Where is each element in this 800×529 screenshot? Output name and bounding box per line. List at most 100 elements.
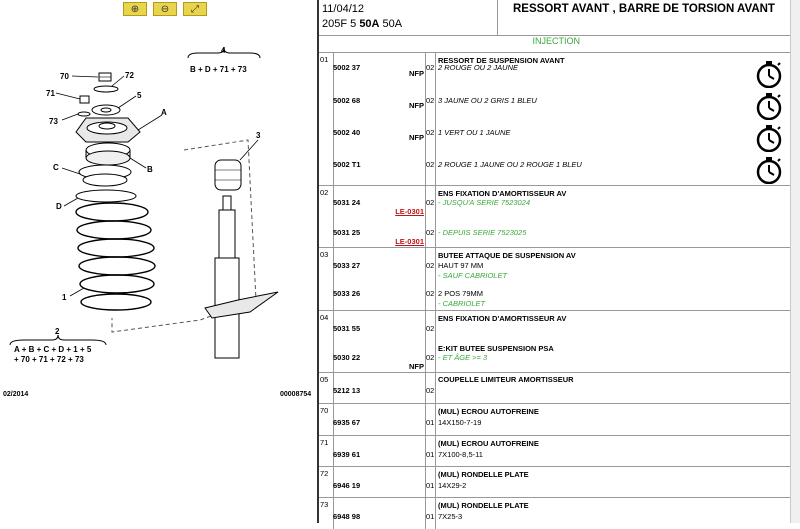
- part-number[interactable]: 5033 26: [333, 289, 360, 298]
- washer-72: [93, 85, 119, 93]
- amendment-link[interactable]: LE-0301: [395, 207, 424, 216]
- table-row[interactable]: 02 ENS FIXATION D'AMORTISSEUR AV 5031 24 02…: [319, 185, 790, 248]
- callout-70: 70: [60, 72, 69, 81]
- table-row[interactable]: 71 (MUL) ECROU AUTOFREINE 6939 61 01 7X100-8…: [319, 435, 790, 467]
- part-quantity: 01: [426, 418, 435, 427]
- row-index-cell: 05: [319, 373, 334, 404]
- formula-4: B + D + 71 + 73: [190, 65, 247, 74]
- part-quantity: 02: [426, 128, 435, 137]
- part-name: ENS FIXATION D'AMORTISSEUR AV: [438, 189, 567, 198]
- part-number[interactable]: 6946 19: [333, 481, 360, 490]
- part-number[interactable]: 5031 55: [333, 324, 360, 333]
- part-number[interactable]: 6939 61: [333, 450, 360, 459]
- part-name: (MUL) ECROU AUTOFREINE: [438, 439, 539, 448]
- part-number[interactable]: 5002 68: [333, 96, 360, 105]
- part-number[interactable]: 5212 13: [333, 386, 360, 395]
- stopwatch-icon[interactable]: [755, 156, 783, 184]
- part-description: - DEPUIS SERIE 7523025: [438, 228, 527, 237]
- row-index: 01: [320, 55, 329, 64]
- nfp-flag: NFP: [409, 69, 424, 78]
- diagram-date: 02/2014: [3, 391, 28, 398]
- row-index: 04: [320, 313, 329, 322]
- table-row[interactable]: 72 (MUL) RONDELLE PLATE 6946 19 01 14X29-2: [319, 466, 790, 498]
- stopwatch-icon[interactable]: [755, 92, 783, 120]
- header-date: 11/04/12: [322, 3, 365, 15]
- exploded-diagram: 70 72 71 5 73 A C B D 1 3 4 2 B + D + 71…: [3, 46, 311, 398]
- part-quantity: 01: [426, 481, 435, 490]
- amendment-link[interactable]: LE-0301: [395, 237, 424, 246]
- parts-panel: 11/04/12 205F 5 50A 50A RESSORT AVANT , …: [319, 0, 790, 529]
- vertical-scrollbar[interactable]: [790, 0, 800, 523]
- part-description: - ET ÂGE >= 3: [438, 353, 488, 362]
- part-description: 2 POS 79MM: [438, 289, 484, 298]
- part-quantity: 02: [426, 353, 435, 362]
- table-row[interactable]: 01 RESSORT DE SUSPENSION AVANT 5002 37 02 2 …: [319, 52, 790, 186]
- row-index: 72: [320, 469, 329, 478]
- part-number[interactable]: 5002 T1: [333, 160, 361, 169]
- part-quantity: 02: [426, 261, 435, 270]
- page-title: RESSORT AVANT , BARRE DE TORSION AVANT: [513, 3, 775, 15]
- part-number[interactable]: 5002 37: [333, 63, 360, 72]
- callout-1: 1: [62, 293, 67, 302]
- part-number[interactable]: 5002 40: [333, 128, 360, 137]
- part-name: ENS FIXATION D'AMORTISSEUR AV: [438, 314, 567, 323]
- part-name: (MUL) RONDELLE PLATE: [438, 501, 529, 510]
- parts-header: 11/04/12 205F 5 50A 50A RESSORT AVANT , …: [319, 0, 790, 36]
- diagram-panel: ⊕ ⊖ ⤢ 70 72 71 5 73 A C B D 1 3 4 2 B + …: [0, 0, 318, 523]
- nut-71: [79, 95, 90, 104]
- table-row[interactable]: 73 (MUL) RONDELLE PLATE 6948 98 01 7X25-3: [319, 497, 790, 529]
- brace-2: [9, 334, 107, 346]
- callout-c: C: [53, 163, 59, 172]
- nfp-flag: NFP: [409, 101, 424, 110]
- part-description: 2 ROUGE 1 JAUNE OU 2 ROUGE 1 BLEU: [438, 160, 582, 169]
- callout-a: A: [161, 108, 167, 117]
- row-index-cell: 70: [319, 404, 334, 436]
- part-description: 7X25-3: [438, 512, 463, 521]
- washer-5-hole: [100, 107, 112, 113]
- nfp-flag: NFP: [409, 362, 424, 371]
- formula-2-line2: + 70 + 71 + 72 + 73: [14, 355, 84, 364]
- washer-73: [77, 111, 91, 117]
- row-index: 73: [320, 500, 329, 509]
- part-description: HAUT 97 MM: [438, 261, 484, 270]
- shock-absorber: [204, 195, 279, 359]
- callout-b: B: [147, 165, 153, 174]
- spring-pad-d: [75, 189, 137, 203]
- bump-stop-3: [214, 159, 242, 191]
- callout-3: 3: [256, 131, 261, 140]
- spring-cup-c: [78, 164, 132, 187]
- part-number[interactable]: 6935 67: [333, 418, 360, 427]
- row-index: 03: [320, 250, 329, 259]
- part-description: 14X150-7-19: [438, 418, 482, 427]
- part-number[interactable]: 5030 22: [333, 353, 360, 362]
- stopwatch-icon[interactable]: [755, 60, 783, 88]
- part-description: 14X29-2: [438, 481, 467, 490]
- diagram-reference: 00008754: [280, 391, 311, 398]
- part-name: BUTEE ATTAQUE DE SUSPENSION AV: [438, 251, 576, 260]
- table-row[interactable]: 03 BUTEE ATTAQUE DE SUSPENSION AV 5033 27 0…: [319, 247, 790, 311]
- nfp-flag: NFP: [409, 133, 424, 142]
- top-mount-a: [75, 117, 141, 143]
- row-index-cell: 01: [319, 53, 334, 186]
- part-description-note: - CABRIOLET: [438, 299, 486, 308]
- part-number[interactable]: 5031 24: [333, 198, 360, 207]
- part-quantity: 01: [426, 512, 435, 521]
- row-index-cell: 04: [319, 311, 334, 373]
- table-row[interactable]: 05 COUPELLE LIMITEUR AMORTISSEUR 5212 13 02: [319, 372, 790, 404]
- part-quantity: 02: [426, 289, 435, 298]
- row-index: 02: [320, 188, 329, 197]
- row-index: 70: [320, 406, 329, 415]
- part-number[interactable]: 5033 27: [333, 261, 360, 270]
- part-number[interactable]: 6948 98: [333, 512, 360, 521]
- part-name: (MUL) ECROU AUTOFREINE: [438, 407, 539, 416]
- part-number[interactable]: 5031 25: [333, 228, 360, 237]
- formula-2-line1: A + B + C + D + 1 + 5: [14, 345, 92, 354]
- row-index-cell: 71: [319, 436, 334, 467]
- stopwatch-icon[interactable]: [755, 124, 783, 152]
- callout-72: 72: [125, 71, 134, 80]
- table-row[interactable]: 04 ENS FIXATION D'AMORTISSEUR AV 5031 55 02…: [319, 310, 790, 373]
- table-row[interactable]: 70 (MUL) ECROU AUTOFREINE 6935 67 01 14X150-…: [319, 403, 790, 436]
- row-index-cell: 72: [319, 467, 334, 498]
- callout-d: D: [56, 202, 62, 211]
- part-quantity: 02: [426, 63, 435, 72]
